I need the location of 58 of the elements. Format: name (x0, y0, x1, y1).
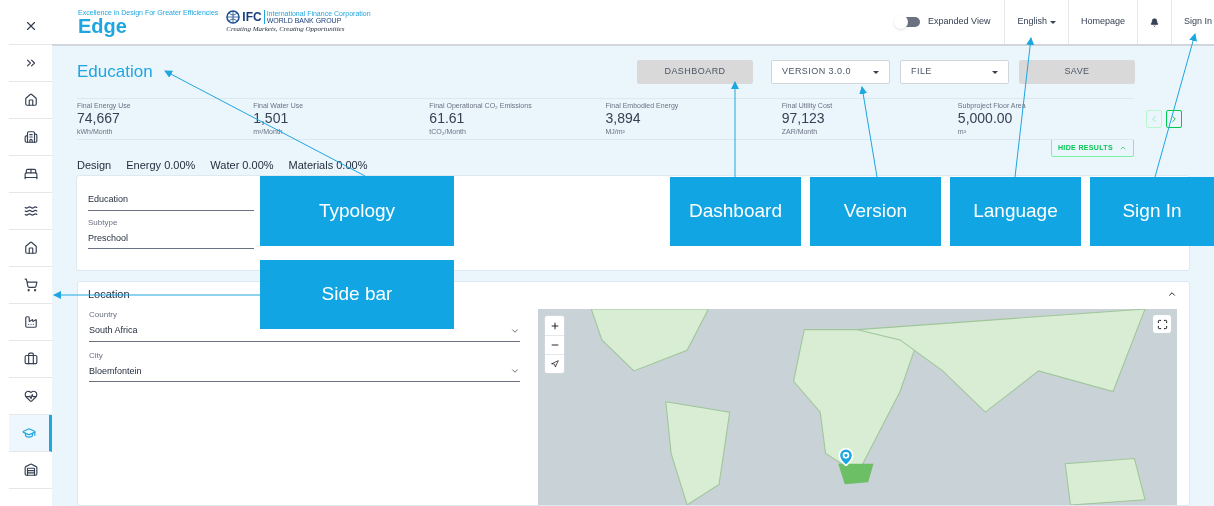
chevron-up-icon[interactable] (1167, 289, 1177, 299)
compass-icon (550, 360, 559, 368)
briefcase-icon (23, 352, 38, 366)
fullscreen-button[interactable] (1153, 315, 1171, 333)
callout-label: Dashboard (670, 177, 801, 246)
metric-value: 97,123 (781, 110, 826, 128)
callout-label: Typology (260, 176, 454, 246)
caret-icon (1049, 20, 1056, 24)
fullscreen-icon (1156, 318, 1168, 330)
sign-in-link[interactable]: Sign In (1170, 0, 1214, 44)
callout-label: Side bar (260, 260, 454, 329)
cart-icon (23, 278, 38, 292)
building-icon (23, 130, 38, 144)
field-label: City (89, 349, 104, 362)
field-label: Country (89, 309, 118, 321)
bell-icon (1149, 17, 1159, 27)
plus-icon (549, 320, 560, 331)
callout-label: Version (810, 177, 941, 246)
caret-icon (992, 70, 998, 74)
field-label: Subtype (88, 216, 119, 229)
metric-value: 61.61 (429, 110, 466, 128)
dropdown-button[interactable]: VERSION 3.0.0 (771, 60, 890, 84)
input-field[interactable]: Preschool (88, 228, 254, 249)
callout-label: Sign In (1090, 177, 1214, 246)
heart-icon (23, 389, 38, 403)
save-button[interactable]: SAVE (1019, 60, 1135, 84)
bed-icon (23, 167, 38, 181)
globe-icon (226, 9, 241, 24)
warehouse-icon (23, 463, 38, 477)
factory-icon (23, 315, 38, 329)
metric-value: 1,501 (253, 110, 290, 128)
metric-value: 74,667 (77, 110, 121, 128)
metric-value: 5,000.00 (957, 110, 1014, 128)
dashboard-button[interactable]: DASHBOARD (637, 60, 753, 84)
edge-logo: Edge (78, 15, 127, 36)
input-field[interactable]: Education (88, 190, 254, 211)
tab[interactable]: Energy 0.00% (126, 157, 196, 176)
page-title: Education (77, 61, 153, 84)
highlighted-country-shape (838, 463, 874, 485)
card-title: Location (88, 286, 130, 302)
house-icon (23, 241, 38, 255)
caret-icon (873, 70, 879, 74)
home-icon (23, 93, 38, 107)
callout-label: Language (950, 177, 1081, 246)
dropdown-button[interactable]: FILE (900, 60, 1009, 84)
ifc-logo: IFC (242, 10, 262, 23)
toggle-switch[interactable] (896, 17, 920, 27)
metric-value: 3,894 (605, 110, 642, 128)
map-pin-icon (836, 447, 856, 467)
homepage-link[interactable]: Homepage (1067, 0, 1137, 44)
graduation-cap-icon (22, 426, 36, 440)
tab[interactable]: Water 0.00% (210, 157, 274, 176)
chevron-up-icon (1119, 144, 1127, 152)
toggle-label: Expanded View (928, 15, 991, 29)
chevron-left-icon (1149, 114, 1159, 124)
select-field[interactable]: Bloemfontein (89, 361, 520, 382)
chevron-right-icon (1169, 114, 1179, 124)
language-menu[interactable]: English (1004, 0, 1068, 44)
